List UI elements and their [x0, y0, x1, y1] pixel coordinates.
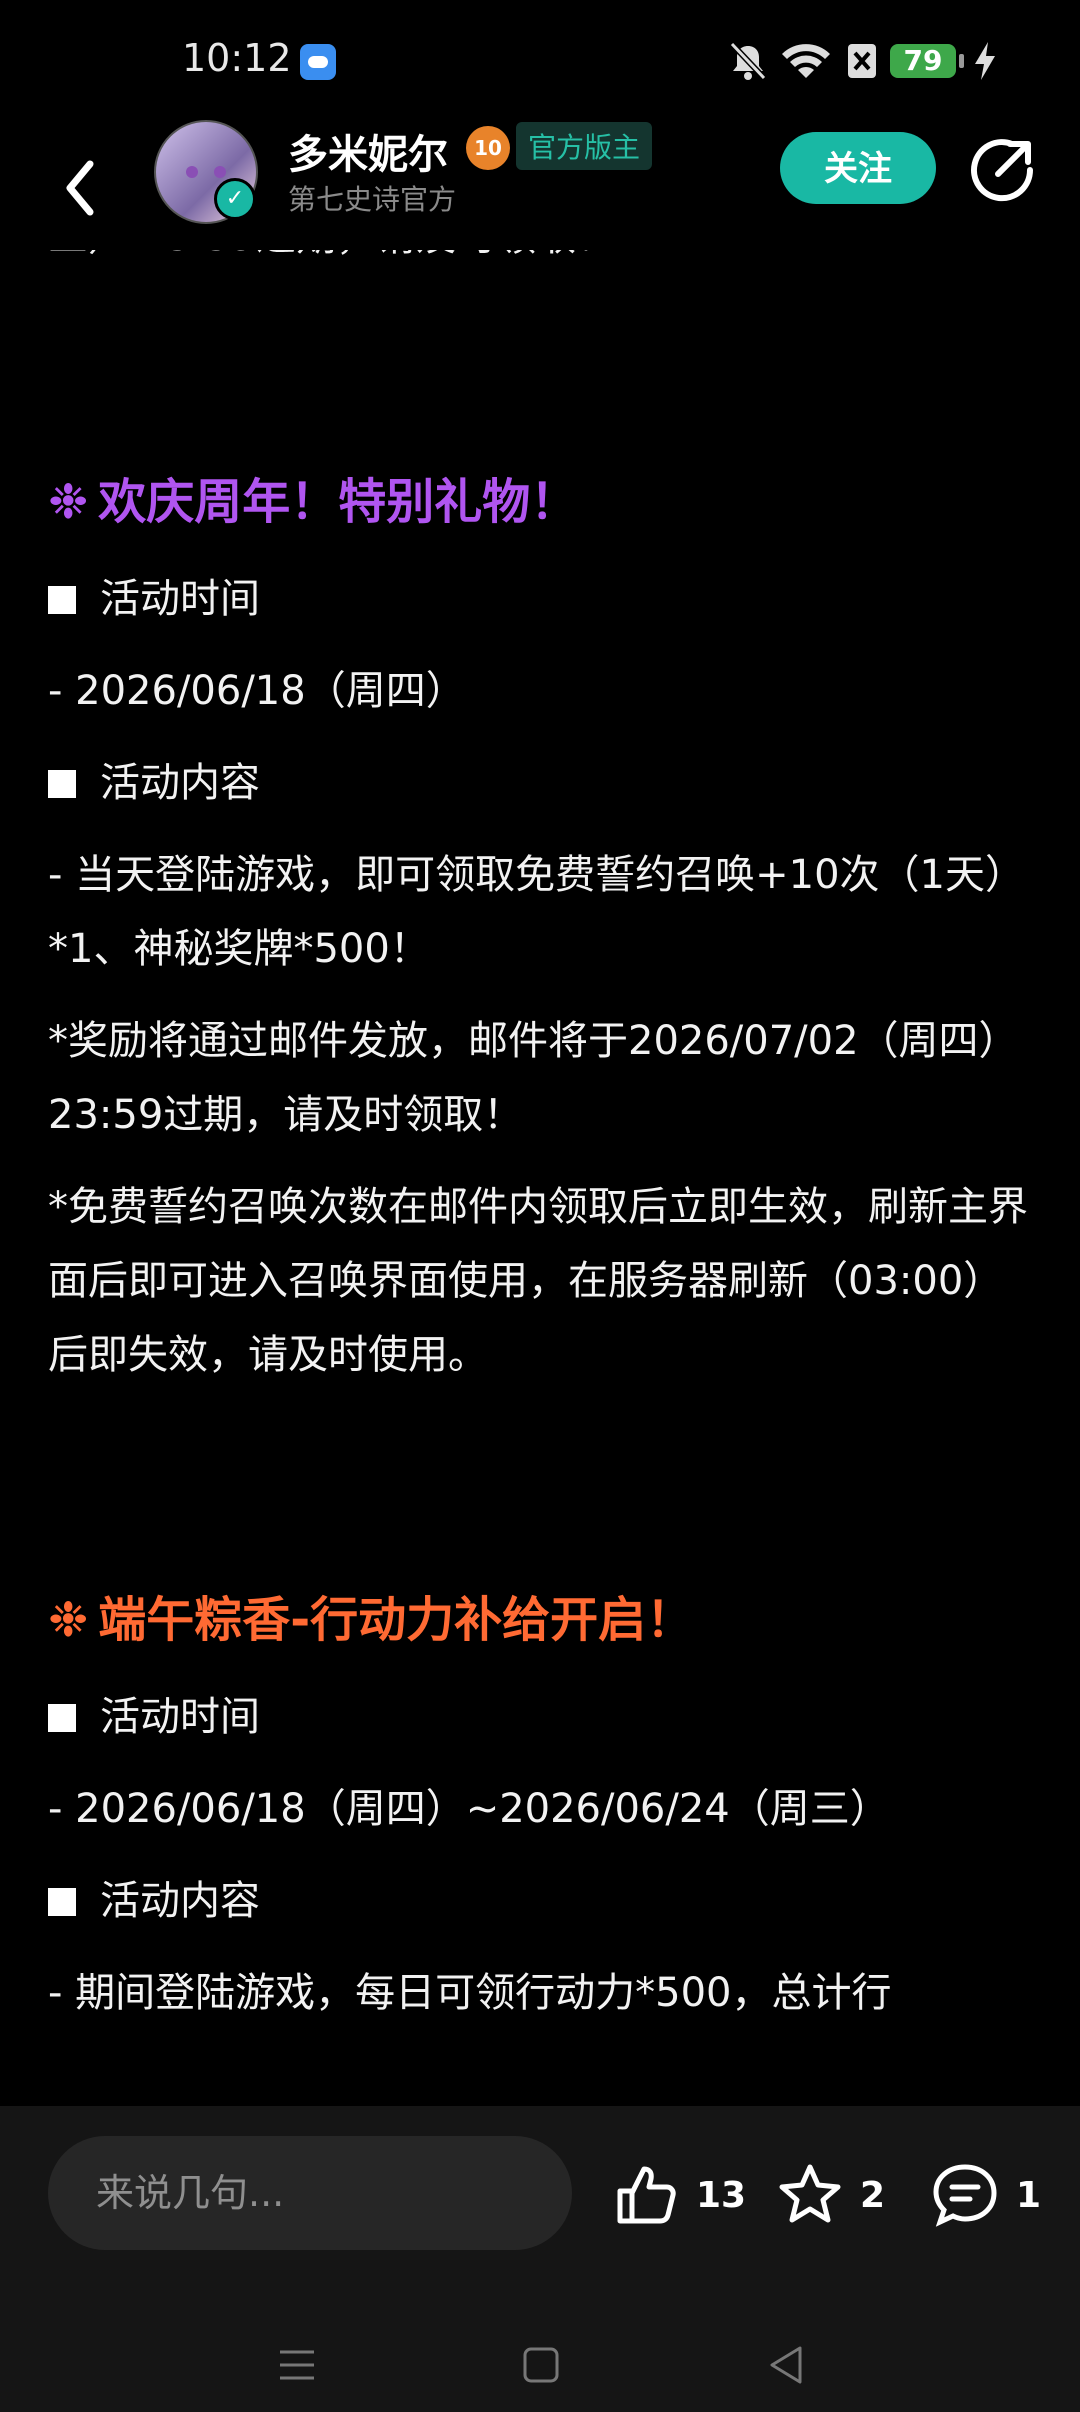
like-button[interactable]: 13: [612, 2150, 746, 2240]
home-nav-button[interactable]: [516, 2340, 566, 2390]
comment-count: 1: [1016, 2174, 1042, 2216]
like-count: 13: [696, 2174, 747, 2216]
section-text: - 2026/06/18（周四）: [48, 668, 466, 714]
section-label: 活动内容: [48, 746, 1028, 820]
back-button[interactable]: [56, 142, 116, 222]
post-header: ✓ 多米妮尔 10 官方版主 第七史诗官方 关注: [0, 120, 1080, 250]
section-note: *奖励将通过邮件发放，邮件将于2026/07/02（周四） 23:59过期，请及…: [48, 1018, 1019, 1138]
section-note: *免费誓约召唤次数在邮件内领取后立即生效，刷新主界面后即可进入召唤界面使用，在服…: [48, 1184, 1028, 1378]
chevron-left-icon: [66, 160, 94, 216]
comment-icon: [933, 2164, 997, 2227]
author-name[interactable]: 多米妮尔: [288, 122, 448, 180]
sim-off-icon: [846, 40, 878, 82]
favorite-count: 2: [860, 2174, 886, 2216]
section-label: 活动时间: [48, 562, 1028, 636]
system-nav-bar: [0, 2322, 1080, 2412]
star-icon: [779, 2164, 841, 2223]
status-time: 10:12: [182, 36, 292, 80]
battery-icon: 79: [890, 44, 964, 78]
comment-input[interactable]: 来说几句...: [48, 2136, 572, 2250]
square-bullet-icon: [48, 586, 76, 614]
section-text: - 2026/06/18（周四）~2026/06/24（周三）: [48, 1786, 890, 1832]
follow-button[interactable]: 关注: [780, 132, 936, 204]
square-bullet-icon: [48, 1704, 76, 1732]
verified-icon: ✓: [214, 178, 256, 220]
comment-button[interactable]: 1: [930, 2150, 1041, 2240]
favorite-button[interactable]: 2: [776, 2150, 885, 2240]
clover-icon: ❉: [48, 1592, 89, 1648]
status-bar: 10:12 79: [0, 0, 1080, 120]
section-heading: ❉ 端午粽香-行动力补给开启！: [48, 1592, 695, 1648]
menu-nav-button[interactable]: [272, 2340, 322, 2390]
home-square-icon: [523, 2347, 559, 2383]
share-button[interactable]: [970, 136, 1036, 202]
author-subtitle: 第七史诗官方: [288, 183, 457, 216]
section-text: - 期间登陆游戏，每日可领行动力*500，总计行: [48, 1970, 892, 2016]
wifi-icon: [780, 40, 832, 82]
back-nav-button[interactable]: [762, 2340, 812, 2390]
weather-icon: [300, 44, 336, 80]
thumbs-up-icon: [617, 2166, 676, 2224]
charging-icon: [972, 40, 998, 82]
triangle-back-icon: [770, 2346, 802, 2384]
square-bullet-icon: [48, 1888, 76, 1916]
bottom-action-bar: 来说几句... 13 2 1: [0, 2106, 1080, 2412]
section-text: - 当天登陆游戏，即可领取免费誓约召唤+10次（1天）*1、神秘奖牌*500！: [48, 852, 1026, 972]
menu-icon: [280, 2350, 314, 2380]
square-bullet-icon: [48, 770, 76, 798]
role-tag: 官方版主: [516, 122, 653, 170]
mute-icon: [728, 40, 768, 82]
section-heading: ❉ 欢庆周年！特别礼物！: [48, 474, 579, 530]
level-badge: 10: [466, 126, 510, 170]
share-icon: [971, 139, 1034, 202]
section-label: 活动时间: [48, 1680, 1028, 1754]
article-body: 三） 23:59过期，请及时领取！ ❉欢庆周年！特别礼物！ 活动时间 - 202…: [48, 200, 1028, 2048]
clover-icon: ❉: [48, 474, 89, 530]
section-label: 活动内容: [48, 1864, 1028, 1938]
